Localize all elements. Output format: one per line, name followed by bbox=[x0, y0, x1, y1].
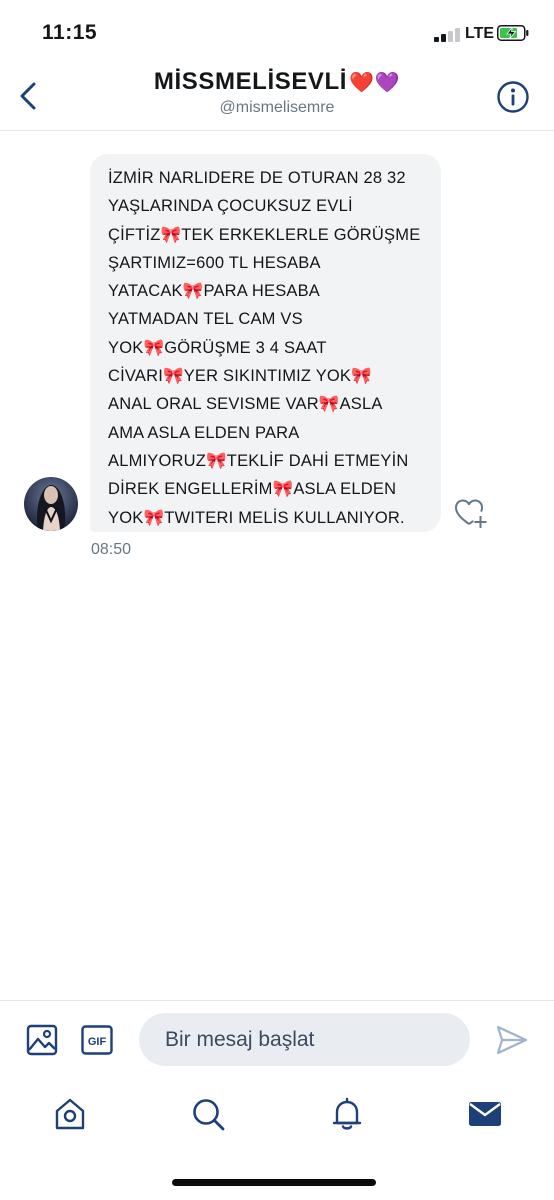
message-line: AMA ASLA ELDEN PARA bbox=[108, 423, 300, 442]
message-line: ŞARTIMIZ=600 TL HESABA bbox=[108, 253, 321, 272]
user-handle: @mismelisemre bbox=[219, 99, 335, 116]
message-line: YOK🎀TWITERI MELİS KULLANIYOR. bbox=[108, 508, 405, 527]
message-line: DİREK ENGELLERİM🎀ASLA ELDEN bbox=[108, 480, 397, 499]
message-input-placeholder: Bir mesaj başlat bbox=[165, 1028, 315, 1051]
send-button[interactable] bbox=[495, 1023, 529, 1057]
back-button[interactable] bbox=[14, 78, 44, 114]
sender-avatar[interactable] bbox=[24, 477, 78, 531]
status-bar: 11:15 LTE bbox=[0, 0, 554, 60]
info-button[interactable] bbox=[496, 80, 530, 114]
home-icon bbox=[55, 1098, 85, 1130]
heart-emoji-icons: ❤️💜 bbox=[349, 72, 401, 94]
message-input[interactable]: Bir mesaj başlat bbox=[139, 1013, 470, 1066]
message-timestamp: 08:50 bbox=[91, 541, 132, 558]
display-name: MİSSMELİSEVLİ ❤️💜 bbox=[100, 68, 454, 96]
message-line: YATACAK🎀PARA HESABA bbox=[108, 282, 321, 301]
message-line: ANAL ORAL SEVISME VAR🎀ASLA bbox=[108, 395, 383, 414]
conversation-title[interactable]: MİSSMELİSEVLİ ❤️💜 @mismelisemre bbox=[100, 68, 454, 117]
battery-charging-icon bbox=[497, 25, 529, 41]
message-composer: GIF Bir mesaj başlat bbox=[0, 1000, 554, 1079]
conversation-header: MİSSMELİSEVLİ ❤️💜 @mismelisemre bbox=[0, 60, 554, 131]
message-line: İZMİR NARLIDERE DE OTURAN 28 32 bbox=[108, 169, 406, 187]
home-indicator bbox=[172, 1179, 376, 1186]
info-circle-icon bbox=[497, 81, 529, 113]
display-name-text: MİSSMELİSEVLİ bbox=[153, 68, 348, 95]
send-icon bbox=[496, 1025, 528, 1055]
like-message-button[interactable] bbox=[454, 497, 490, 531]
message-line: YOK🎀GÖRÜŞME 3 4 SAAT bbox=[108, 338, 327, 357]
chevron-left-icon bbox=[20, 82, 36, 110]
message-line: YATMADAN TEL CAM VS bbox=[108, 310, 303, 329]
heart-plus-icon bbox=[455, 499, 487, 528]
search-icon bbox=[193, 1099, 225, 1131]
message-line: CİVARI🎀YER SIKINTIMIZ YOK🎀 bbox=[108, 367, 372, 386]
gif-label: GIF bbox=[88, 1036, 107, 1048]
message-bubble[interactable]: İZMİR NARLIDERE DE OTURAN 28 32 YAŞLARIN… bbox=[90, 154, 441, 532]
envelope-icon bbox=[469, 1102, 501, 1126]
bell-icon bbox=[332, 1097, 362, 1130]
avatar-image bbox=[24, 477, 78, 531]
add-gif-button[interactable]: GIF bbox=[81, 1025, 113, 1055]
message-line: YAŞLARINDA ÇOCUKSUZ EVLİ bbox=[108, 197, 353, 216]
status-time: 11:15 bbox=[42, 21, 98, 44]
network-type: LTE bbox=[465, 25, 495, 42]
add-media-button[interactable] bbox=[26, 1024, 58, 1056]
message-line: ÇİFTİZ🎀TEK ERKEKLERLE GÖRÜŞME bbox=[108, 225, 421, 244]
image-icon bbox=[26, 1024, 58, 1056]
message-line: ALMIYORUZ🎀TEKLİF DAHİ ETMEYİN bbox=[108, 451, 409, 470]
signal-strength-icon bbox=[434, 28, 462, 42]
tab-notifications[interactable] bbox=[329, 1096, 365, 1132]
gif-icon: GIF bbox=[81, 1025, 113, 1055]
tab-messages[interactable] bbox=[467, 1096, 503, 1132]
tab-home[interactable] bbox=[52, 1096, 88, 1132]
tab-search[interactable] bbox=[190, 1096, 226, 1132]
